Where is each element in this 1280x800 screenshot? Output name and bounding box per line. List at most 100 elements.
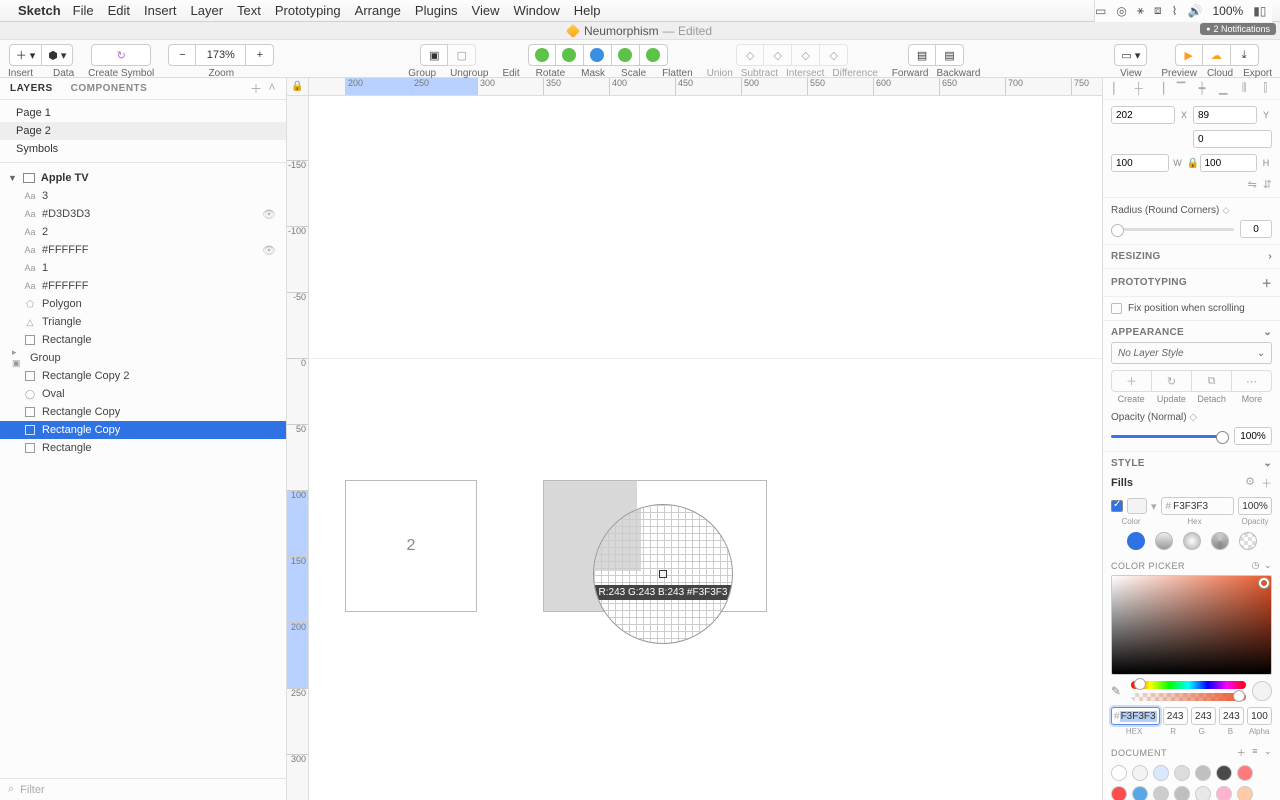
zoom-out-button[interactable]: −	[168, 44, 196, 66]
style-update-button[interactable]: ↻	[1152, 370, 1192, 392]
horizontal-ruler[interactable]: 200250300350400450500550600650700750	[309, 78, 1102, 96]
menu-text[interactable]: Text	[237, 3, 261, 18]
fill-swatch[interactable]	[1127, 498, 1147, 514]
picker-mode-icon[interactable]: ⌄	[1264, 560, 1272, 571]
color-swatch[interactable]	[1174, 765, 1190, 781]
color-swatch[interactable]	[1111, 786, 1127, 800]
prototyping-header[interactable]: PROTOTYPING	[1111, 277, 1187, 288]
zoom-value[interactable]: 173%	[196, 44, 246, 66]
backward-button[interactable]: ▤	[936, 44, 964, 66]
ruler-corner[interactable]: 🔒	[287, 78, 309, 96]
y-input[interactable]	[1193, 106, 1257, 124]
union-button[interactable]: ◇	[736, 44, 764, 66]
fill-type-pattern[interactable]	[1239, 532, 1257, 550]
layer-row[interactable]: ▸ ▣Group	[0, 349, 286, 367]
dropbox-icon[interactable]: ⧈	[1154, 3, 1162, 18]
fill-type-radial[interactable]	[1183, 532, 1201, 550]
layer-row[interactable]: Aa#FFFFFF	[0, 277, 286, 295]
create-symbol-button[interactable]: ↻	[91, 44, 151, 66]
fix-position-checkbox[interactable]	[1111, 303, 1122, 314]
align-bottom-icon[interactable]: ▁	[1216, 82, 1230, 95]
r-input[interactable]: 243	[1163, 707, 1188, 725]
cc-icon[interactable]: ◎	[1116, 4, 1126, 18]
g-input[interactable]: 243	[1191, 707, 1216, 725]
swatch-list-icon[interactable]: ≡	[1252, 746, 1258, 759]
color-swatch[interactable]	[1216, 786, 1232, 800]
color-swatch[interactable]	[1237, 786, 1253, 800]
data-button[interactable]: ⬢ ▾	[42, 44, 73, 66]
color-swatch[interactable]	[1132, 786, 1148, 800]
layer-row[interactable]: Rectangle	[0, 331, 286, 349]
layer-row[interactable]: Rectangle Copy	[0, 421, 286, 439]
color-swatch[interactable]	[1216, 765, 1232, 781]
add-page-icon[interactable]: ＋	[250, 80, 263, 97]
flip-v-icon[interactable]: ⇵	[1263, 178, 1272, 191]
export-button[interactable]: ⤓	[1231, 44, 1259, 66]
color-swatch[interactable]	[1111, 765, 1127, 781]
menu-prototyping[interactable]: Prototyping	[275, 3, 341, 18]
color-swatch[interactable]	[1237, 765, 1253, 781]
collapse-pages-icon[interactable]: ˄	[268, 80, 276, 97]
fill-hex-input[interactable]: #F3F3F3	[1161, 497, 1234, 515]
page-item[interactable]: Page 2	[0, 122, 286, 140]
x-input[interactable]	[1111, 106, 1175, 124]
align-right-icon[interactable]: ▕	[1153, 82, 1167, 95]
layer-row[interactable]: Aa#D3D3D3👁	[0, 205, 286, 223]
menu-insert[interactable]: Insert	[144, 3, 177, 18]
wifi-icon[interactable]: ⌇	[1172, 4, 1178, 18]
tab-components[interactable]: COMPONENTS	[71, 83, 148, 94]
group-button[interactable]: ▣	[420, 44, 448, 66]
add-swatch-icon[interactable]: ＋	[1237, 746, 1247, 759]
layer-row[interactable]: Rectangle Copy 2	[0, 367, 286, 385]
add-icon[interactable]: ＋	[1262, 275, 1272, 290]
canvas-rect-1[interactable]: 2	[345, 480, 477, 612]
forward-button[interactable]: ▤	[908, 44, 936, 66]
align-left-icon[interactable]: ▏	[1111, 82, 1125, 95]
edit-button[interactable]	[528, 44, 556, 66]
opacity-input[interactable]	[1234, 427, 1272, 445]
layer-row[interactable]: Rectangle	[0, 439, 286, 457]
preview-button[interactable]: ▶	[1175, 44, 1203, 66]
layer-row[interactable]: Aa3	[0, 187, 286, 205]
bluetooth-icon[interactable]: ⚹	[1137, 3, 1144, 18]
fill-opacity-input[interactable]: 100%	[1238, 497, 1272, 515]
alpha-slider[interactable]	[1131, 693, 1246, 701]
intersect-button[interactable]: ◇	[792, 44, 820, 66]
menu-window[interactable]: Window	[514, 3, 560, 18]
subtract-button[interactable]: ◇	[764, 44, 792, 66]
vertical-ruler[interactable]: -150-100-50050100150200250300	[287, 96, 309, 800]
app-name[interactable]: Sketch	[18, 3, 61, 18]
notifications-badge[interactable]: 2 Notifications	[1200, 23, 1276, 35]
menu-help[interactable]: Help	[574, 3, 601, 18]
status-icon[interactable]: ▭	[1095, 4, 1106, 18]
battery-icon[interactable]: ▮▯	[1253, 4, 1266, 18]
volume-icon[interactable]: 🔊	[1188, 4, 1203, 18]
chevron-down-icon[interactable]: ⌄	[1263, 458, 1272, 469]
menu-file[interactable]: File	[73, 3, 94, 18]
resizing-header[interactable]: RESIZING	[1111, 251, 1161, 262]
color-swatch[interactable]	[1195, 786, 1211, 800]
color-swatch[interactable]	[1174, 786, 1190, 800]
width-input[interactable]	[1111, 154, 1169, 172]
layer-row[interactable]: Aa2	[0, 223, 286, 241]
page-item[interactable]: Symbols	[0, 140, 286, 158]
eyedropper-icon[interactable]: ✎	[1111, 684, 1125, 698]
tab-layers[interactable]: LAYERS	[10, 83, 53, 94]
layer-row[interactable]: Aa#FFFFFF👁	[0, 241, 286, 259]
filter-input[interactable]: ⌕ Filter	[0, 778, 286, 800]
insert-button[interactable]: ＋ ▾	[9, 44, 43, 66]
chevron-down-icon[interactable]: ⌄	[1263, 327, 1272, 338]
difference-button[interactable]: ◇	[820, 44, 848, 66]
menu-plugins[interactable]: Plugins	[415, 3, 458, 18]
layer-style-select[interactable]: No Layer Style⌄	[1111, 342, 1272, 364]
mask-button[interactable]	[584, 44, 612, 66]
rotate-button[interactable]	[556, 44, 584, 66]
artboard-row[interactable]: ▼Apple TV	[0, 169, 286, 187]
layer-row[interactable]: ◯Oval	[0, 385, 286, 403]
color-swatch[interactable]	[1132, 765, 1148, 781]
picker-history-icon[interactable]: ◷	[1252, 560, 1260, 571]
hex-input[interactable]: #F3F3F3	[1111, 707, 1160, 725]
alpha-input[interactable]: 100	[1247, 707, 1272, 725]
color-loupe[interactable]: R:243 G:243 B:243 #F3F3F3	[593, 504, 733, 644]
view-button[interactable]: ▭ ▾	[1114, 44, 1147, 66]
